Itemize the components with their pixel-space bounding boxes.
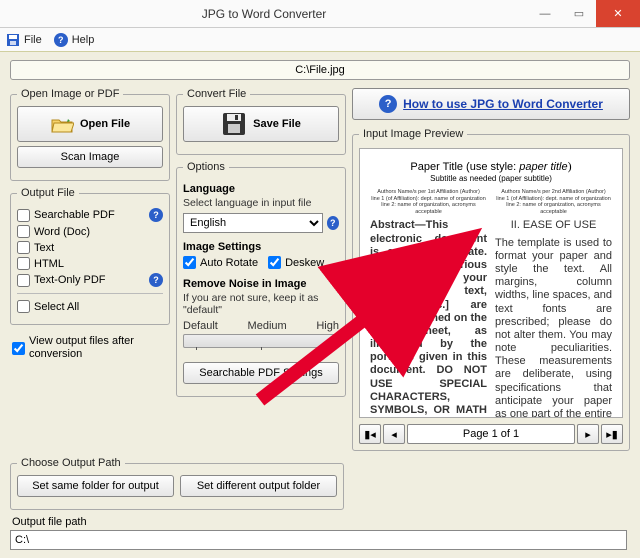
different-folder-label: Set different output folder [197,480,320,492]
different-folder-button[interactable]: Set different output folder [180,475,337,497]
output-file-group: Output File Searchable PDF? Word (Doc) T… [10,187,170,325]
deskew-label: Deskew [285,257,324,269]
pager-last-button[interactable]: ▸▮ [601,424,623,444]
noise-slider[interactable] [183,334,339,348]
doc-subtitle: Subtitle as needed (paper subtitle) [370,174,612,183]
menu-file-label: File [24,34,42,46]
noise-subtext: If you are not sure, keep it as "default… [183,292,339,316]
output-path-label: Output file path [10,516,630,528]
scan-image-label: Scan Image [61,151,120,163]
searchable-pdf-settings-button[interactable]: Searchable PDF Settings [183,362,339,384]
noise-default-label: Default [183,320,218,332]
doc-title: Paper Title (use style: paper title) [370,159,612,174]
html-label: HTML [34,258,64,270]
menu-help-label: Help [72,34,95,46]
word-doc-label: Word (Doc) [34,226,90,238]
image-settings-heading: Image Settings [183,241,339,253]
output-path-field[interactable]: C:\ [10,530,627,550]
noise-heading: Remove Noise in Image [183,278,339,290]
choose-output-path-legend: Choose Output Path [17,457,125,469]
pager-next-button[interactable]: ▸ [577,424,599,444]
open-file-button[interactable]: Open File [17,106,163,142]
text-only-pdf-checkbox[interactable] [17,274,30,287]
help-icon[interactable]: ? [149,273,163,287]
input-file-path: C:\File.jpg [10,60,630,80]
options-group: Options Language Select language in inpu… [176,161,346,397]
noise-medium-label: Medium [248,320,287,332]
menu-file[interactable]: File [6,33,42,47]
minimize-button[interactable]: — [528,0,562,27]
searchable-pdf-label: Searchable PDF [34,209,115,221]
window-title: JPG to Word Converter [0,7,528,21]
searchable-pdf-checkbox[interactable] [17,209,30,222]
same-folder-label: Set same folder for output [32,480,159,492]
html-checkbox[interactable] [17,257,30,270]
scan-image-button[interactable]: Scan Image [17,146,163,168]
noise-high-label: High [316,320,339,332]
how-to-label: How to use JPG to Word Converter [403,97,603,111]
select-all-label: Select All [34,301,79,313]
maximize-button[interactable]: ▭ [562,0,596,27]
deskew-checkbox[interactable] [268,256,281,269]
view-output-label: View output files after conversion [29,335,168,361]
select-all-checkbox[interactable] [17,300,30,313]
help-icon: ? [379,95,397,113]
close-button[interactable]: ✕ [596,0,640,27]
convert-file-group: Convert File Save File [176,88,346,155]
pager-prev-button[interactable]: ◂ [383,424,405,444]
choose-output-path-group: Choose Output Path Set same folder for o… [10,457,344,510]
open-image-group: Open Image or PDF Open File Scan Image [10,88,170,181]
help-icon[interactable]: ? [327,216,339,230]
text-checkbox[interactable] [17,241,30,254]
preview-group: Input Image Preview Paper Title (use sty… [352,128,630,451]
preview-page: Paper Title (use style: paper title) Sub… [359,148,623,418]
options-legend: Options [183,161,229,173]
save-file-button[interactable]: Save File [183,106,339,142]
text-only-pdf-label: Text-Only PDF [34,274,106,286]
menu-help[interactable]: ? Help [54,33,95,47]
same-folder-button[interactable]: Set same folder for output [17,475,174,497]
pager-text: Page 1 of 1 [407,424,575,444]
searchable-pdf-settings-label: Searchable PDF Settings [199,367,323,379]
preview-legend: Input Image Preview [359,128,467,140]
language-subtext: Select language in input file [183,197,339,209]
how-to-link[interactable]: ? How to use JPG to Word Converter [352,88,630,120]
auto-rotate-label: Auto Rotate [200,257,258,269]
open-file-label: Open File [80,118,130,130]
view-output-checkbox[interactable] [12,342,25,355]
word-doc-checkbox[interactable] [17,225,30,238]
language-heading: Language [183,183,339,195]
save-file-label: Save File [253,118,301,130]
language-select[interactable]: English [183,213,323,233]
floppy-disk-icon [221,111,247,137]
open-image-legend: Open Image or PDF [17,88,123,100]
help-icon: ? [54,33,68,47]
help-icon[interactable]: ? [149,208,163,222]
text-label: Text [34,242,54,254]
pager-first-button[interactable]: ▮◂ [359,424,381,444]
save-disk-icon [6,33,20,47]
convert-file-legend: Convert File [183,88,250,100]
folder-open-icon [50,114,74,134]
auto-rotate-checkbox[interactable] [183,256,196,269]
output-file-legend: Output File [17,187,79,199]
